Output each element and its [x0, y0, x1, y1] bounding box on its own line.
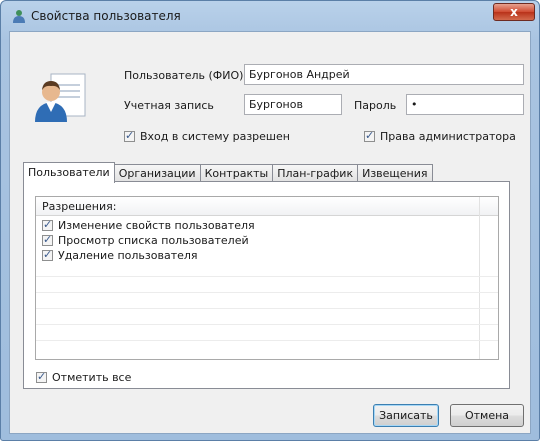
admin-rights-label: Права администратора	[380, 130, 516, 143]
tab-strip: Пользователи Организации Контракты План-…	[23, 162, 433, 183]
checkbox-icon	[42, 218, 53, 231]
close-button[interactable]: x	[493, 3, 535, 21]
permission-label: Удаление пользователя	[58, 249, 198, 262]
permissions-list[interactable]: Разрешения: Изменение свойств пользовате…	[35, 196, 499, 360]
select-all-checkbox[interactable]: Отметить все	[36, 370, 132, 384]
tab-contracts[interactable]: Контракты	[199, 164, 274, 182]
row-divider	[36, 276, 498, 277]
tab-notices[interactable]: Извещения	[357, 164, 433, 182]
checkbox-icon	[364, 129, 375, 142]
permissions-header: Разрешения:	[36, 197, 498, 216]
select-all-label: Отметить все	[52, 371, 132, 384]
window-title: Свойства пользователя	[31, 9, 181, 23]
row-divider	[36, 308, 498, 309]
title-bar[interactable]: Свойства пользователя x	[1, 1, 539, 31]
row-divider	[36, 292, 498, 293]
row-divider	[36, 340, 498, 341]
tab-users[interactable]: Пользователи	[23, 162, 115, 183]
user-name-field[interactable]: Бургонов Андрей	[244, 64, 524, 85]
password-label: Пароль	[354, 99, 397, 112]
tab-schedule[interactable]: План-график	[272, 164, 359, 182]
users-tab-panel: Разрешения: Изменение свойств пользовате…	[23, 181, 510, 389]
password-field[interactable]: •	[406, 94, 524, 115]
checkbox-icon	[42, 248, 53, 261]
tab-organizations[interactable]: Организации	[113, 164, 201, 182]
admin-rights-checkbox[interactable]: Права администратора	[364, 129, 516, 143]
permission-item[interactable]: Просмотр списка пользователей	[42, 233, 249, 247]
user-icon	[13, 10, 25, 23]
user-avatar-icon	[35, 73, 86, 122]
cancel-button[interactable]: Отмена	[450, 404, 524, 427]
save-button[interactable]: Записать	[373, 404, 439, 427]
account-label: Учетная запись	[124, 99, 214, 112]
checkbox-icon	[42, 233, 53, 246]
user-label: Пользователь (ФИО)	[124, 69, 244, 82]
checkbox-icon	[36, 370, 47, 383]
dialog-window: Свойства пользователя x Пользователь (ФИ…	[0, 0, 540, 441]
column-divider	[479, 197, 480, 359]
permission-item[interactable]: Изменение свойств пользователя	[42, 218, 255, 232]
login-allowed-checkbox[interactable]: Вход в систему разрешен	[124, 129, 290, 143]
account-field[interactable]: Бургонов	[244, 94, 342, 115]
permissions-header-label: Разрешения:	[42, 200, 117, 213]
row-divider	[36, 324, 498, 325]
checkbox-icon	[124, 129, 135, 142]
permission-label: Изменение свойств пользователя	[58, 219, 255, 232]
login-allowed-label: Вход в систему разрешен	[140, 130, 290, 143]
permission-item[interactable]: Удаление пользователя	[42, 248, 198, 262]
permission-label: Просмотр списка пользователей	[58, 234, 249, 247]
